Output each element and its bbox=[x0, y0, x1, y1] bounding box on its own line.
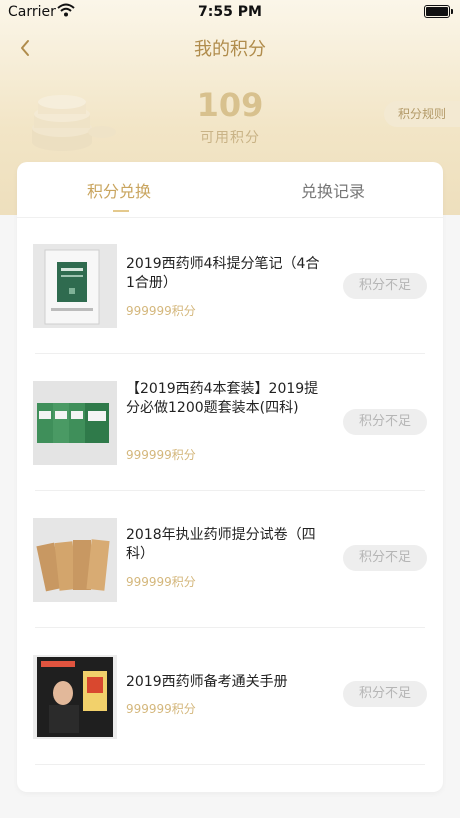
insufficient-points-button[interactable]: 积分不足 bbox=[343, 409, 427, 435]
product-image bbox=[33, 518, 117, 602]
status-bar: Carrier 7:55 PM bbox=[0, 0, 460, 24]
list-item[interactable]: 2019西药师备考通关手册 999999积分 积分不足 bbox=[17, 628, 443, 765]
insufficient-points-button[interactable]: 积分不足 bbox=[343, 681, 427, 707]
divider bbox=[35, 764, 425, 765]
tab-exchange-records[interactable]: 兑换记录 bbox=[301, 178, 365, 202]
tab-bar: 积分兑换 兑换记录 bbox=[17, 162, 443, 218]
product-price: 999999积分 bbox=[126, 702, 196, 716]
active-tab-indicator bbox=[113, 210, 129, 212]
points-rules-button[interactable]: 积分规则 bbox=[384, 101, 460, 127]
product-image bbox=[33, 655, 117, 739]
list-item[interactable]: 2018年执业药师提分试卷（四科） 999999积分 积分不足 bbox=[17, 491, 443, 628]
product-price: 999999积分 bbox=[126, 304, 196, 318]
product-price: 999999积分 bbox=[126, 575, 196, 589]
tab-points-exchange[interactable]: 积分兑换 bbox=[87, 178, 151, 202]
battery-icon bbox=[424, 5, 453, 18]
product-image bbox=[33, 381, 117, 465]
product-title: 2019西药师4科提分笔记（4合1合册） bbox=[126, 256, 320, 291]
exchange-card: 积分兑换 兑换记录 2019西药师4科提分笔记（4合1合册） 999999积分 … bbox=[17, 162, 443, 792]
list-item[interactable]: 【2019西药4本套装】2019提分必做1200题套装本(四科) 999999积… bbox=[17, 354, 443, 491]
insufficient-points-button[interactable]: 积分不足 bbox=[343, 273, 427, 299]
product-title: 【2019西药4本套装】2019提分必做1200题套装本(四科) bbox=[126, 381, 319, 416]
product-title: 2018年执业药师提分试卷（四科） bbox=[126, 527, 316, 562]
product-image bbox=[33, 244, 117, 328]
page-title: 我的积分 bbox=[194, 39, 266, 60]
product-price: 999999积分 bbox=[126, 448, 196, 462]
product-title: 2019西药师备考通关手册 bbox=[126, 674, 288, 690]
insufficient-points-button[interactable]: 积分不足 bbox=[343, 545, 427, 571]
clock: 7:55 PM bbox=[198, 4, 262, 20]
points-label: 可用积分 bbox=[200, 130, 260, 146]
list-item[interactable]: 2019西药师4科提分笔记（4合1合册） 999999积分 积分不足 bbox=[17, 217, 443, 354]
